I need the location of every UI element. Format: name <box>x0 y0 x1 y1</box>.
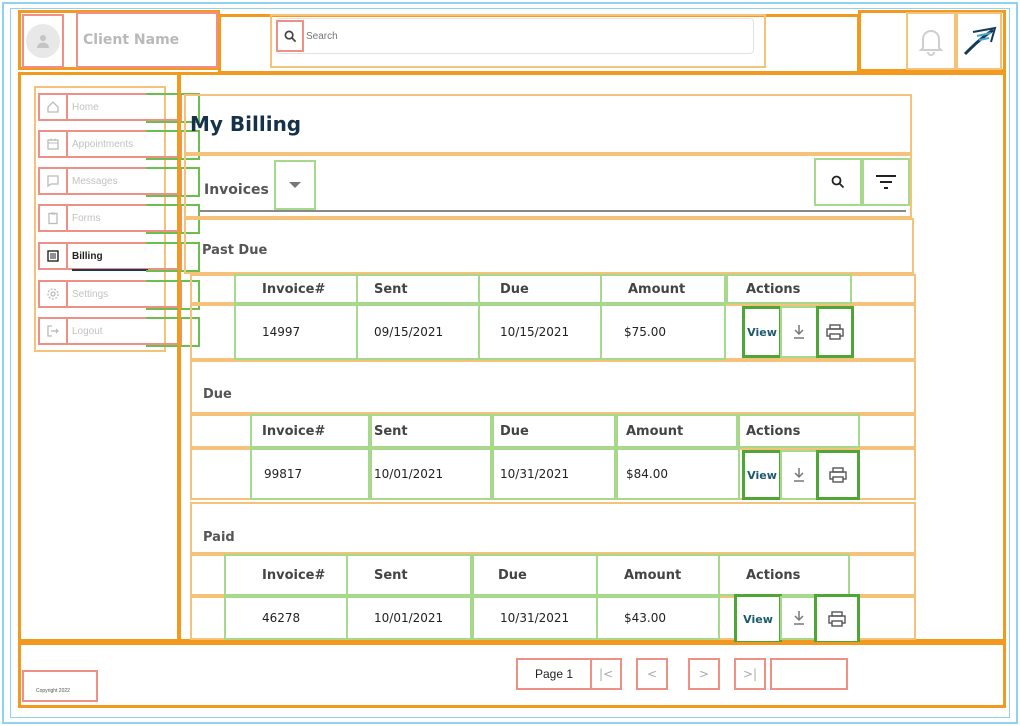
logo-icon <box>963 26 997 56</box>
column-header: Sent <box>346 554 472 596</box>
cell-invoice: 99817 <box>250 448 370 500</box>
cell-due: 10/15/2021 <box>478 304 602 360</box>
clipboard-icon <box>38 204 68 232</box>
sidebar-item-home[interactable]: Home <box>36 90 200 124</box>
sidebar-item-settings[interactable]: Settings <box>36 277 200 311</box>
download-button[interactable] <box>780 596 818 640</box>
page-title: My Billing <box>190 112 302 136</box>
last-page-button[interactable]: >| <box>734 658 766 690</box>
bell-icon <box>918 30 944 56</box>
section-title: Past Due <box>202 243 268 258</box>
sidebar-item-appointments[interactable]: Appointments <box>36 127 200 161</box>
column-header: Due <box>478 274 602 304</box>
page-indicator: Page 1 <box>516 658 592 690</box>
page-size-select[interactable] <box>770 658 848 690</box>
column-header: Amount <box>616 414 738 448</box>
view-button[interactable]: View <box>734 594 782 644</box>
column-header: Invoice# <box>224 554 348 596</box>
search-icon <box>831 175 845 189</box>
cell-amount: $75.00 <box>600 304 726 360</box>
printer-icon <box>829 467 847 483</box>
column-header: Actions <box>726 274 852 304</box>
print-button[interactable] <box>814 594 860 644</box>
next-page-button[interactable]: > <box>688 658 720 690</box>
column-header: Due <box>472 554 598 596</box>
title-bar: My Billing <box>184 94 912 154</box>
filter-icon <box>876 175 896 189</box>
gear-icon <box>38 280 68 308</box>
column-header: Actions <box>718 554 850 596</box>
download-icon <box>794 468 804 482</box>
print-button[interactable] <box>816 450 860 500</box>
print-button[interactable] <box>816 306 854 358</box>
download-button[interactable] <box>780 450 818 500</box>
search-icon[interactable] <box>276 20 304 52</box>
billing-icon <box>38 242 68 270</box>
footer <box>18 642 1006 708</box>
column-header: Amount <box>600 274 726 304</box>
sidebar-item-forms[interactable]: Forms <box>36 201 200 235</box>
cell-amount: $84.00 <box>616 448 740 500</box>
printer-icon <box>828 611 846 627</box>
caret-down-icon <box>289 182 301 188</box>
copyright-text: Copyright 2022 <box>22 670 98 702</box>
download-button[interactable] <box>780 306 818 358</box>
cell-due: 10/31/2021 <box>472 596 598 640</box>
tab-underline <box>200 210 906 212</box>
toolbar-filter-button[interactable] <box>862 158 910 206</box>
section-title: Paid <box>203 530 235 545</box>
view-button[interactable]: View <box>742 450 782 500</box>
section-due <box>190 360 916 414</box>
column-header: Sent <box>370 414 492 448</box>
printer-icon <box>826 324 844 340</box>
column-header: Invoice# <box>250 414 370 448</box>
column-header: Sent <box>356 274 480 304</box>
sidebar-item-logout[interactable]: Logout <box>36 314 200 348</box>
cell-sent: 09/15/2021 <box>356 304 480 360</box>
sidebar-item-billing[interactable]: Billing <box>36 239 200 273</box>
download-icon <box>794 325 804 339</box>
tab-invoices[interactable]: Invoices <box>204 182 269 198</box>
sidebar-item-messages[interactable]: Messages <box>36 164 200 198</box>
column-header: Amount <box>596 554 720 596</box>
user-icon <box>26 24 60 58</box>
first-page-button[interactable]: |< <box>590 658 622 690</box>
avatar[interactable] <box>22 14 64 68</box>
client-name: Client Name <box>76 12 218 68</box>
cell-invoice: 14997 <box>234 304 358 360</box>
cell-amount: $43.00 <box>596 596 720 640</box>
tab-dropdown-button[interactable] <box>274 160 316 210</box>
message-icon <box>38 167 68 195</box>
cell-sent: 10/01/2021 <box>346 596 472 640</box>
section-title: Due <box>203 387 232 402</box>
home-icon <box>38 93 68 121</box>
section-past-due <box>184 218 914 274</box>
logout-icon <box>38 317 68 345</box>
notifications-button[interactable] <box>906 12 956 70</box>
toolbar-search-button[interactable] <box>814 158 862 206</box>
section-paid <box>190 502 916 554</box>
column-header: Invoice# <box>234 274 358 304</box>
column-header: Due <box>492 414 616 448</box>
column-header: Actions <box>738 414 860 448</box>
search-input[interactable] <box>306 27 706 45</box>
cell-sent: 10/01/2021 <box>370 448 492 500</box>
active-indicator <box>72 269 148 271</box>
cell-due: 10/31/2021 <box>492 448 616 500</box>
cell-invoice: 46278 <box>224 596 348 640</box>
download-icon <box>794 611 804 625</box>
prev-page-button[interactable]: < <box>636 658 668 690</box>
view-button[interactable]: View <box>742 306 782 358</box>
logo <box>956 12 1002 70</box>
calendar-icon <box>38 130 68 158</box>
